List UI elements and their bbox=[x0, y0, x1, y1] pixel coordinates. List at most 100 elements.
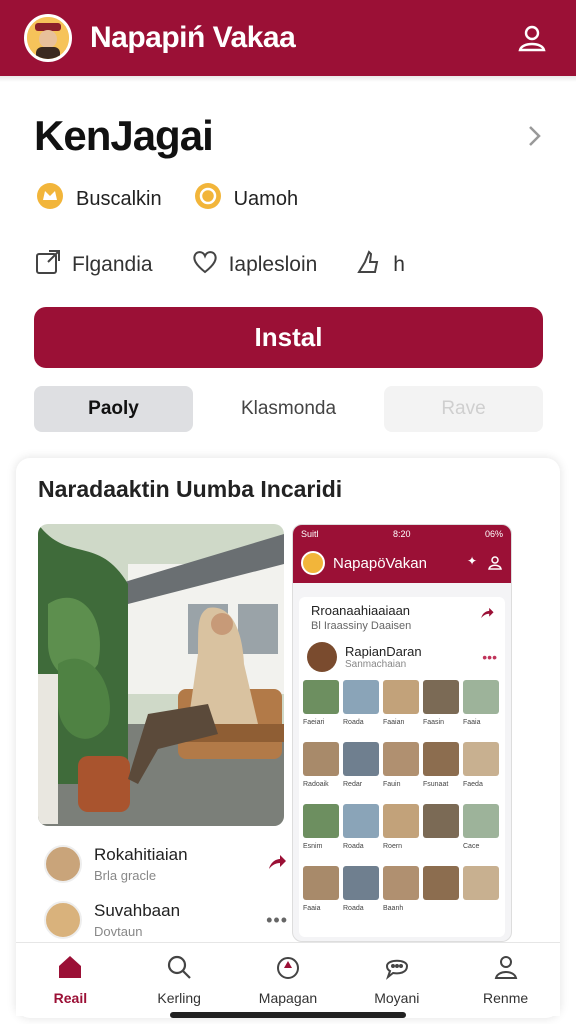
nav-label: Kerling bbox=[157, 990, 201, 1006]
phone-thumbnail bbox=[303, 866, 339, 900]
phone-thumbnail-label: Roada bbox=[343, 843, 364, 850]
phone-thumbnail bbox=[303, 680, 339, 714]
rocket-icon bbox=[274, 953, 302, 984]
phone-thumbnail-label: Faasin bbox=[423, 719, 445, 726]
more-dots-icon[interactable]: ••• bbox=[266, 910, 288, 931]
phone-thumbnail-label: Baanh bbox=[383, 905, 404, 912]
phone-thumbnail bbox=[463, 742, 499, 776]
phone-thumbnail bbox=[463, 680, 499, 714]
phone-status-right: 06% bbox=[484, 529, 503, 539]
phone-thumbnail bbox=[343, 866, 379, 900]
comment-item[interactable]: Rokahitiaian Brla gracle bbox=[38, 836, 288, 892]
bottom-nav: Reail Kerling Mapagan Moyani Renme bbox=[16, 942, 560, 1016]
chevron-right-icon[interactable] bbox=[520, 122, 548, 150]
tabs: Paoly Klasmonda Rave bbox=[34, 386, 543, 432]
phone-thumbnail-grid: Faeiari Roada Faaian Faasin Faaia Radoaik Reda… bbox=[299, 678, 505, 926]
phone-thumbnail-label bbox=[463, 904, 499, 924]
thumb-label: h bbox=[393, 253, 405, 276]
phone-thumbnail-label: Radoaik bbox=[303, 781, 329, 788]
comment-author: Suvahbaan bbox=[94, 901, 181, 920]
comment-list: Rokahitiaian Brla gracle Suvahbaan Dovta… bbox=[38, 836, 288, 948]
phone-thumbnail-label: Cace bbox=[463, 843, 480, 850]
nav-label: Renme bbox=[483, 990, 529, 1006]
tab-paoly[interactable]: Paoly bbox=[34, 386, 193, 432]
phone-thumbnail-label: Esnim bbox=[303, 843, 323, 850]
phone-thumbnail-label: Faeiari bbox=[303, 719, 325, 726]
phone-thumbnail bbox=[423, 804, 459, 838]
app-meta-row: Buscalkin Uamoh bbox=[36, 182, 316, 216]
like-action[interactable]: Iaplesloin bbox=[191, 248, 318, 282]
phone-thumbnail-label: Redar bbox=[343, 781, 363, 788]
sparkle-icon: ✦ bbox=[466, 553, 477, 568]
phone-body: Rroanaahiaaiaan Bl Iraassiny Daaisen Rap… bbox=[299, 597, 505, 937]
phone-thumbnail-label: Faaia bbox=[463, 719, 481, 726]
phone-thumbnail bbox=[383, 680, 419, 714]
phone-thumbnail bbox=[343, 680, 379, 714]
tab-klasmonda[interactable]: Klasmonda bbox=[209, 386, 368, 432]
tab-rave[interactable]: Rave bbox=[384, 386, 543, 432]
nav-profile[interactable]: Renme bbox=[451, 943, 560, 1016]
app-header: Napapiń Vakaa bbox=[0, 0, 576, 76]
share-arrow-icon bbox=[479, 605, 495, 624]
nav-search[interactable]: Kerling bbox=[125, 943, 234, 1016]
phone-thumbnail-label bbox=[423, 904, 459, 924]
app-header-title: Napapiń Vakaa bbox=[90, 21, 296, 54]
phone-row-title: Rroanaahiaaiaan bbox=[311, 603, 411, 618]
phone-thumbnail bbox=[423, 866, 459, 900]
profile-icon bbox=[487, 554, 503, 573]
nav-home[interactable]: Reail bbox=[16, 943, 125, 1016]
phone-row: RapianDaran Sanmachaian ••• bbox=[299, 636, 505, 678]
crown-icon bbox=[36, 182, 64, 216]
phone-thumbnail bbox=[423, 742, 459, 776]
preview-card: Naradaaktin Uumba Incaridi Rokahitiaian bbox=[16, 458, 560, 1018]
phone-thumbnail bbox=[423, 680, 459, 714]
meta-item-coins: Uamoh bbox=[194, 182, 298, 216]
like-label: Iaplesloin bbox=[228, 253, 318, 276]
phone-thumbnail bbox=[303, 742, 339, 776]
thumb-action[interactable]: h bbox=[355, 248, 405, 282]
phone-thumbnail-label: Roada bbox=[343, 719, 364, 726]
phone-thumbnail-label: Roern bbox=[383, 843, 403, 850]
search-icon bbox=[165, 953, 193, 984]
phone-thumbnail-label bbox=[423, 842, 459, 862]
phone-thumbnail-label: Faaian bbox=[383, 719, 405, 726]
phone-status-time: 8:20 bbox=[392, 529, 411, 539]
comment-subtext: Dovtaun bbox=[94, 924, 143, 939]
home-icon bbox=[56, 953, 84, 984]
phone-row-title: RapianDaran bbox=[345, 644, 422, 659]
share-action[interactable]: Flgandia bbox=[34, 248, 153, 282]
nav-label: Mapagan bbox=[258, 990, 318, 1006]
profile-icon[interactable] bbox=[512, 18, 552, 58]
thumb-icon bbox=[355, 248, 383, 282]
card-title: Naradaaktin Uumba Incaridi bbox=[38, 476, 343, 502]
header-shadow bbox=[0, 76, 576, 82]
phone-thumbnail-label: Roada bbox=[343, 905, 364, 912]
phone-status-bar: Suitl 8:20 06% bbox=[293, 525, 511, 543]
phone-thumbnail bbox=[383, 742, 419, 776]
install-button[interactable]: Instal bbox=[34, 307, 543, 368]
phone-thumbnail-label: Faaia bbox=[303, 905, 321, 912]
home-indicator bbox=[170, 1012, 406, 1018]
nav-label: Moyani bbox=[374, 990, 420, 1006]
nav-label: Reail bbox=[53, 990, 88, 1006]
phone-title: NapapöVakan bbox=[333, 554, 427, 572]
phone-thumbnail bbox=[463, 866, 499, 900]
share-arrow-icon[interactable] bbox=[266, 851, 288, 878]
phone-header: NapapöVakan ✦ bbox=[293, 543, 511, 583]
phone-thumbnail bbox=[383, 866, 419, 900]
action-row: Flgandia Iaplesloin h bbox=[34, 248, 443, 282]
phone-thumbnail-label: Fauin bbox=[383, 781, 401, 788]
phone-thumbnail bbox=[343, 742, 379, 776]
chat-icon bbox=[383, 953, 411, 984]
comment-item[interactable]: Suvahbaan Dovtaun ••• bbox=[38, 892, 288, 948]
nav-explore[interactable]: Mapagan bbox=[234, 943, 343, 1016]
avatar bbox=[307, 642, 337, 672]
phone-screenshot[interactable]: Suitl 8:20 06% NapapöVakan ✦ Rroanaahiaa… bbox=[292, 524, 512, 942]
phone-row: Rroanaahiaaiaan Bl Iraassiny Daaisen bbox=[299, 597, 505, 636]
avatar[interactable] bbox=[24, 14, 72, 62]
preview-photo[interactable] bbox=[38, 524, 284, 826]
avatar bbox=[301, 551, 325, 575]
heart-icon bbox=[191, 248, 219, 282]
nav-messages[interactable]: Moyani bbox=[342, 943, 451, 1016]
meta-item-rating: Buscalkin bbox=[36, 182, 162, 216]
